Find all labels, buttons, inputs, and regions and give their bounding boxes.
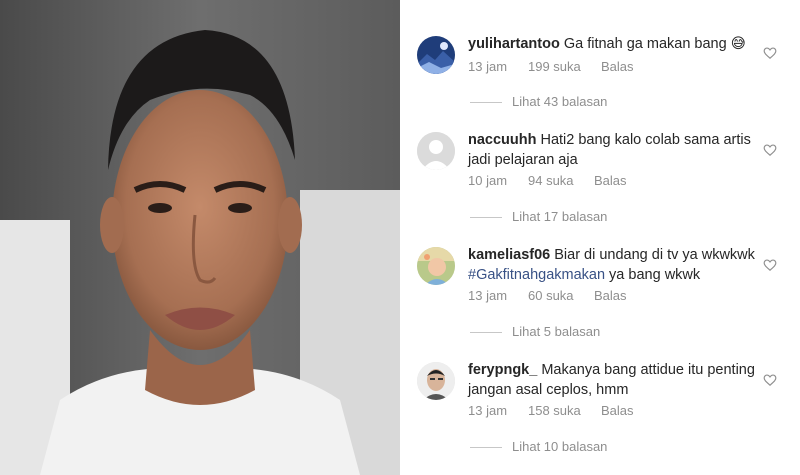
comment-text: naccuuhh Hati2 bang kalo colab sama artis… bbox=[468, 130, 758, 170]
view-replies-label[interactable]: Lihat 10 balasan bbox=[512, 439, 607, 454]
reply-button[interactable]: Balas bbox=[594, 173, 627, 188]
comment-meta: 13 jam 60 suka Balas bbox=[468, 288, 627, 303]
comment-time: 13 jam bbox=[468, 59, 508, 74]
comment-username[interactable]: ferypngk_ bbox=[468, 362, 537, 378]
comment-likes[interactable]: 158 suka bbox=[528, 403, 581, 418]
view-replies-link[interactable]: Lihat 10 balasan bbox=[470, 439, 607, 454]
comment-text: ferypngk_ Makanya bang attidue itu pentin… bbox=[468, 360, 758, 400]
heart-icon[interactable] bbox=[763, 46, 777, 60]
view-replies-link[interactable]: Lihat 17 balasan bbox=[470, 209, 607, 224]
comment-likes[interactable]: 94 suka bbox=[528, 173, 574, 188]
view-replies-label[interactable]: Lihat 43 balasan bbox=[512, 94, 607, 109]
heart-icon[interactable] bbox=[763, 373, 777, 387]
comment-text: yulihartantoo Ga fitnah ga makan bang 😅 bbox=[468, 34, 758, 54]
hashtag-link[interactable]: #Gakfitnahgakmakan bbox=[468, 267, 605, 283]
comment-message: Biar di undang di tv ya wkwkwk bbox=[554, 247, 755, 263]
comment-meta: 13 jam 199 suka Balas bbox=[468, 59, 634, 74]
comment-username[interactable]: yulihartantoo bbox=[468, 36, 560, 52]
comment-username[interactable]: kameliasf06 bbox=[468, 247, 550, 263]
replies-divider bbox=[470, 217, 502, 219]
heart-icon[interactable] bbox=[763, 258, 777, 272]
replies-divider bbox=[470, 102, 502, 104]
comment-time: 10 jam bbox=[468, 173, 508, 188]
reply-button[interactable]: Balas bbox=[601, 59, 634, 74]
comment-message: Ga fitnah ga makan bang 😅 bbox=[563, 36, 746, 52]
replies-divider bbox=[470, 447, 502, 449]
comment-meta: 10 jam 94 suka Balas bbox=[468, 173, 627, 188]
comments-panel: yulihartantoo Ga fitnah ga makan bang 😅 1… bbox=[400, 0, 800, 475]
comment-likes[interactable]: 199 suka bbox=[528, 59, 581, 74]
reply-button[interactable]: Balas bbox=[601, 403, 634, 418]
view-replies-link[interactable]: Lihat 43 balasan bbox=[470, 94, 607, 109]
baby-photo-avatar-icon[interactable] bbox=[417, 247, 455, 285]
view-replies-link[interactable]: Lihat 5 balasan bbox=[470, 324, 600, 339]
comment-message-tail: ya bang wkwk bbox=[605, 267, 701, 283]
comment-meta: 13 jam 158 suka Balas bbox=[468, 403, 634, 418]
comment-likes[interactable]: 60 suka bbox=[528, 288, 574, 303]
video-frame bbox=[0, 0, 400, 475]
reply-button[interactable]: Balas bbox=[594, 288, 627, 303]
view-replies-label[interactable]: Lihat 17 balasan bbox=[512, 209, 607, 224]
comment-time: 13 jam bbox=[468, 288, 508, 303]
heart-icon[interactable] bbox=[763, 143, 777, 157]
comment-text: kameliasf06 Biar di undang di tv ya wkwkw… bbox=[468, 245, 758, 285]
person-video-still bbox=[0, 0, 400, 475]
landscape-avatar-icon[interactable] bbox=[417, 36, 455, 74]
replies-divider bbox=[470, 332, 502, 334]
man-face-avatar-icon[interactable] bbox=[417, 362, 455, 400]
default-user-avatar-icon[interactable] bbox=[417, 132, 455, 170]
comment-username[interactable]: naccuuhh bbox=[468, 132, 536, 148]
view-replies-label[interactable]: Lihat 5 balasan bbox=[512, 324, 600, 339]
comment-time: 13 jam bbox=[468, 403, 508, 418]
